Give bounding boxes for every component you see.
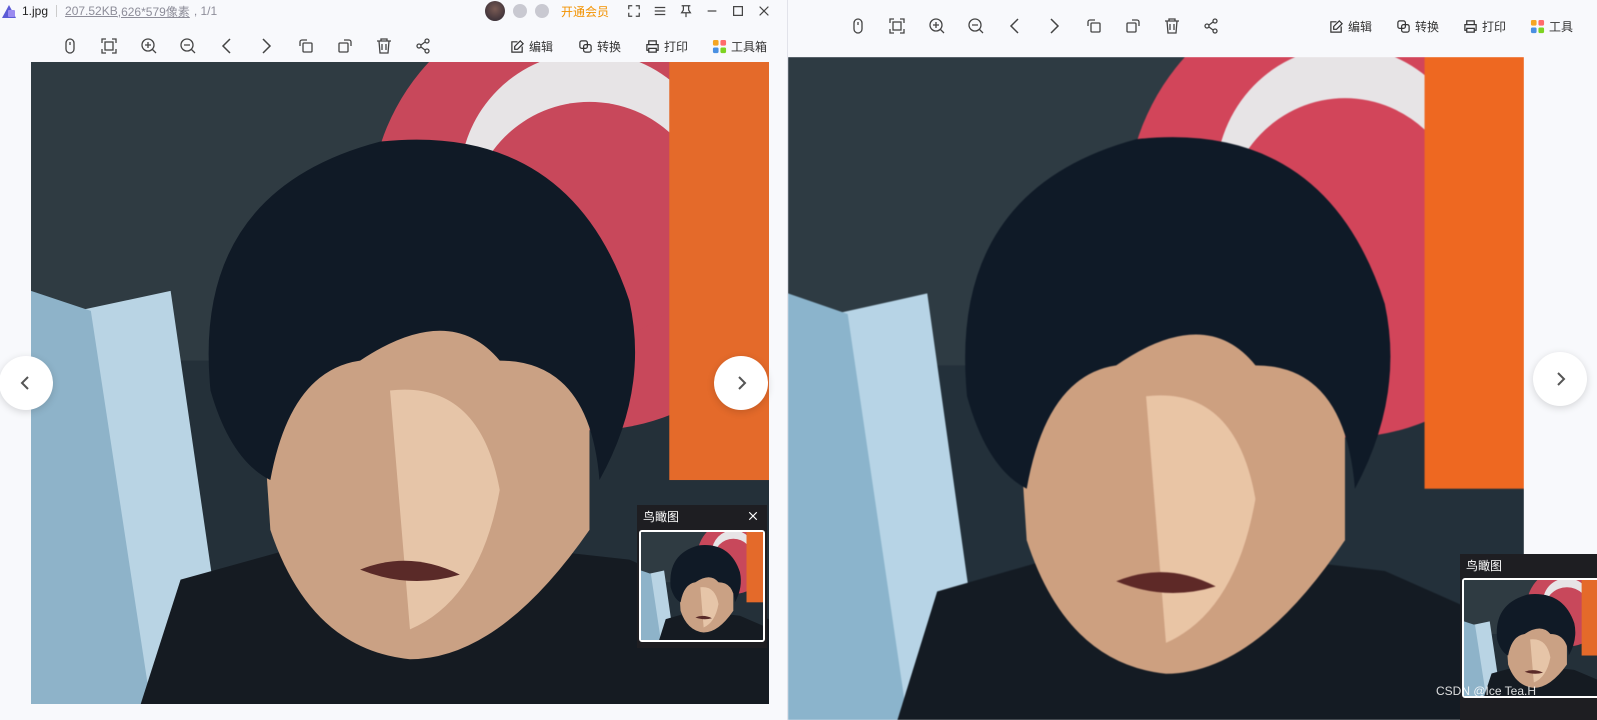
rotate-left-icon[interactable]: [294, 34, 318, 58]
toolbox-icon: [712, 39, 727, 53]
convert-icon: [579, 39, 592, 53]
zoom-in-icon[interactable]: [925, 14, 949, 38]
file-name: 1.jpg: [22, 4, 49, 18]
birdview-title: 鸟瞰图: [643, 509, 680, 524]
menu-icon[interactable]: [651, 2, 669, 20]
birdview-panel: 鸟瞰图: [637, 505, 767, 648]
zoom-out-icon[interactable]: [964, 14, 988, 38]
mouse-icon[interactable]: [846, 14, 870, 38]
zoom-in-icon[interactable]: [137, 34, 161, 58]
toolbox-button[interactable]: 工具: [1530, 16, 1573, 36]
toolbox-label: 工具箱: [731, 39, 768, 54]
file-size[interactable]: 207.52KB: [65, 4, 118, 18]
fit-screen-icon[interactable]: [885, 14, 909, 38]
edit-button[interactable]: 编辑: [1329, 16, 1372, 36]
convert-button[interactable]: 转换: [1396, 16, 1439, 36]
mouse-icon[interactable]: [58, 34, 82, 58]
rotate-left-icon[interactable]: [1082, 14, 1106, 38]
coin-badge-icon: [534, 4, 549, 18]
toolbar: 编辑 转换 打印 工具: [788, 14, 1597, 38]
print-label: 打印: [1482, 19, 1507, 34]
birdview-header: 鸟瞰图: [1460, 554, 1597, 576]
birdview-title: 鸟瞰图: [1466, 558, 1503, 573]
pin-icon[interactable]: [677, 2, 695, 20]
left-viewer-window: 1.jpg 207.52KB ,626*579像素 , 1/1 开通会员 编辑 …: [0, 0, 787, 720]
edit-icon: [1330, 19, 1343, 33]
page-info: , 1/1: [193, 4, 218, 18]
previous-icon[interactable]: [215, 34, 239, 58]
close-icon[interactable]: [755, 2, 773, 20]
print-icon: [1464, 19, 1477, 33]
prev-image-button[interactable]: [0, 356, 53, 410]
toolbar: 编辑 转换 打印 工具箱: [0, 34, 787, 58]
edit-button[interactable]: 编辑: [510, 36, 553, 56]
chevron-right-icon: [1557, 372, 1566, 386]
title-bar: 1.jpg 207.52KB ,626*579像素 , 1/1 开通会员: [0, 0, 787, 22]
open-vip-link[interactable]: 开通会员: [561, 3, 609, 20]
minimize-icon[interactable]: [703, 2, 721, 20]
main-image[interactable]: [788, 57, 1524, 720]
next-icon[interactable]: [254, 34, 278, 58]
rotate-right-icon[interactable]: [333, 34, 357, 58]
convert-button[interactable]: 转换: [578, 36, 621, 56]
next-icon[interactable]: [1042, 14, 1066, 38]
delete-icon[interactable]: [1160, 14, 1184, 38]
app-logo-icon: [2, 3, 18, 19]
previous-icon[interactable]: [1003, 14, 1027, 38]
rotate-right-icon[interactable]: [1121, 14, 1145, 38]
title-bar-controls: 开通会员: [484, 0, 773, 22]
print-button[interactable]: 打印: [645, 36, 688, 56]
chevron-left-icon: [20, 376, 29, 390]
fit-screen-icon[interactable]: [97, 34, 121, 58]
toolbox-label: 工具: [1549, 19, 1574, 34]
print-button[interactable]: 打印: [1463, 16, 1506, 36]
title-divider: [56, 5, 58, 17]
fullscreen-icon[interactable]: [625, 2, 643, 20]
next-image-button[interactable]: [1533, 352, 1587, 406]
next-image-button[interactable]: [714, 356, 768, 410]
edit-label: 编辑: [1348, 19, 1373, 34]
zoom-out-icon[interactable]: [176, 34, 200, 58]
avatar[interactable]: [484, 1, 505, 21]
toolbox-icon: [1530, 19, 1545, 33]
birdview-thumbnail[interactable]: [639, 530, 765, 642]
maximize-icon[interactable]: [729, 2, 747, 20]
edit-label: 编辑: [529, 39, 554, 54]
convert-label: 转换: [597, 39, 622, 54]
convert-icon: [1397, 19, 1410, 33]
edit-icon: [511, 39, 524, 53]
share-icon[interactable]: [411, 34, 435, 58]
delete-icon[interactable]: [372, 34, 396, 58]
toolbox-button[interactable]: 工具箱: [712, 36, 767, 56]
image-dimensions[interactable]: ,626*579像素: [118, 3, 190, 20]
chevron-right-icon: [738, 376, 747, 390]
convert-label: 转换: [1415, 19, 1440, 34]
share-icon[interactable]: [1199, 14, 1223, 38]
watermark: CSDN @Ice Tea.H: [1436, 684, 1536, 698]
print-icon: [646, 39, 659, 53]
print-label: 打印: [664, 39, 689, 54]
birdview-thumbnail[interactable]: [1462, 578, 1597, 698]
close-icon[interactable]: [745, 508, 761, 524]
member-badge-icon: [512, 4, 527, 18]
right-viewer-window: 编辑 转换 打印 工具 鸟瞰图: [788, 0, 1597, 720]
